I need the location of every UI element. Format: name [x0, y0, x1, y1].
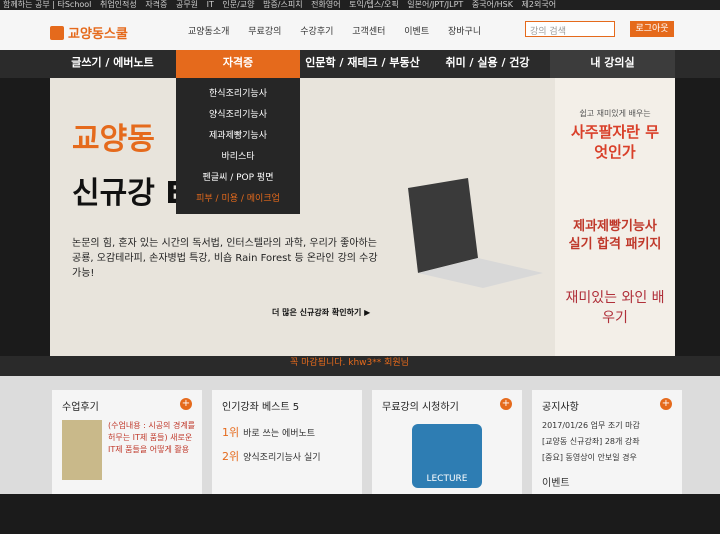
notice-item[interactable]: 2017/01/26 업무 조기 마감 [542, 420, 640, 431]
nav-item-my-classroom[interactable]: 내 강의실 [550, 50, 675, 78]
gnb-link-about[interactable]: 교양동소개 [188, 27, 229, 37]
notice-title: 공지사항 [542, 402, 579, 413]
top-utility-bar: 함께하는 공부 | 타School 취업인적성 자격증 공무원 IT 인문/교양… [0, 0, 720, 10]
topbar-link[interactable]: 취업인적성 [100, 0, 137, 9]
promo-saju-subtitle: 쉽고 재미있게 배우는 [579, 109, 651, 118]
topbar-link[interactable]: 함께하는 공부 | 타School [3, 0, 91, 9]
search-input[interactable]: 강의 검색 [525, 21, 615, 37]
gnb-link-support[interactable]: 고객센터 [352, 27, 385, 37]
hero-title-line1: 교양동 [72, 122, 155, 157]
gnb-link-free[interactable]: 무료강의 [248, 27, 281, 37]
category-nav: 글쓰기 / 에버노트 자격증 인문학 / 재테크 / 부동산 취미 / 실용 /… [0, 50, 720, 78]
promo-baking[interactable]: 제과제빵기능사 실기 합격 패키지 [565, 218, 665, 254]
plus-icon[interactable]: + [500, 398, 512, 410]
nav-item-hobby[interactable]: 취미 / 실용 / 건강 [425, 50, 550, 78]
gnb-link-cart[interactable]: 장바구니 [448, 27, 481, 37]
global-nav: 교양동소개 무료강의 수강후기 고객센터 이벤트 장바구니 [180, 24, 489, 37]
promo-wine[interactable]: 재미있는 와인 배우기 [565, 288, 665, 328]
nav-item-certificate[interactable]: 자격증 [176, 50, 300, 78]
certificate-dropdown-menu: 한식조리기능사 양식조리기능사 제과제빵기능사 바리스타 펜글씨 / POP 펑… [176, 78, 300, 214]
best-title: 인기강좌 베스트 5 [222, 402, 300, 413]
free-title: 무료강의 시청하기 [382, 402, 459, 413]
gnb-link-reviews[interactable]: 수강후기 [300, 27, 333, 37]
best-item[interactable]: 1위 바로 쓰는 에버노트 [222, 424, 315, 440]
logo-text: 교양동스쿨 [68, 27, 128, 42]
ticker-text: 꼭 마감됩니다. khw3** 회원님 [290, 358, 409, 368]
nav-item-writing[interactable]: 글쓰기 / 에버노트 [50, 50, 175, 78]
notice-item[interactable]: [중요] 동영상이 안보일 경우 [542, 452, 637, 463]
hero-banner[interactable]: 교양동 신규강 EN! 논문의 힘, 혼자 있는 시간의 독서법, 인터스텔라의… [50, 78, 555, 356]
reviewer-avatar [62, 420, 102, 480]
review-title: 수업후기 [62, 402, 99, 413]
menu-item-baking[interactable]: 제과제빵기능사 [176, 126, 300, 147]
notice-item[interactable]: [교양동 신규강좌] 28개 강좌 [542, 436, 640, 447]
topbar-link[interactable]: IT [207, 0, 214, 9]
topbar-link[interactable]: 중국어/HSK [472, 0, 513, 9]
best-item[interactable]: 2위 양식조리기능사 실기 [222, 448, 321, 464]
notice-widget: 공지사항 + 2017/01/26 업무 조기 마감 [교양동 신규강좌] 28… [532, 390, 682, 494]
topbar-link[interactable]: 토익/텝스/오픽 [349, 0, 399, 9]
laptop-illustration [408, 178, 543, 288]
menu-item-penmanship[interactable]: 펜글씨 / POP 펑면 [176, 168, 300, 189]
site-header: 교양동스쿨 교양동소개 무료강의 수강후기 고객센터 이벤트 장바구니 강의 검… [0, 10, 720, 50]
promo-saju[interactable]: 사주팔자란 무엇인가 [565, 122, 665, 162]
lecture-badge[interactable]: LECTURE [412, 424, 482, 488]
topbar-link[interactable]: 밥증/스피치 [263, 0, 303, 9]
side-promo-column: 쉽고 재미있게 배우는 사주팔자란 무엇인가 제과제빵기능사 실기 합격 패키지… [555, 78, 675, 356]
more-courses-link[interactable]: 더 많은 신규강좌 확인하기 ▶ [272, 307, 370, 318]
menu-item-korean-cook[interactable]: 한식조리기능사 [176, 84, 300, 105]
gnb-link-event[interactable]: 이벤트 [404, 27, 429, 37]
hero-description: 논문의 힘, 혼자 있는 시간의 독서법, 인터스텔라의 과학, 우리가 좋아하… [72, 238, 378, 279]
topbar-link[interactable]: 인문/교양 [222, 0, 254, 9]
review-text: (수업내용 : 시공의 경계를 허무는 IT제 품들) 새로운 IT제 품들을 … [108, 421, 196, 454]
plus-icon[interactable]: + [180, 398, 192, 410]
review-widget: 수업후기 + (수업내용 : 시공의 경계를 허무는 IT제 품들) 새로운 I… [52, 390, 202, 494]
topbar-link[interactable]: 공무원 [176, 0, 198, 9]
plus-icon[interactable]: + [660, 398, 672, 410]
logout-button[interactable]: 로그아웃 [630, 21, 674, 37]
topbar-link[interactable]: 일본어/JPT/JLPT [407, 0, 463, 9]
best-widget: 인기강좌 베스트 5 1위 바로 쓰는 에버노트 2위 양식조리기능사 실기 [212, 390, 362, 494]
topbar-link[interactable]: 전화영어 [311, 0, 340, 9]
topbar-link[interactable]: 자격증 [145, 0, 167, 9]
topbar-link[interactable]: 제2외국어 [522, 0, 557, 9]
site-logo[interactable]: 교양동스쿨 [50, 23, 128, 42]
logo-icon [50, 25, 64, 40]
free-lecture-widget: 무료강의 시청하기 + LECTURE [372, 390, 522, 494]
menu-item-western-cook[interactable]: 양식조리기능사 [176, 105, 300, 126]
bottom-widgets: 수업후기 + (수업내용 : 시공의 경계를 허무는 IT제 품들) 새로운 I… [0, 376, 720, 494]
notice-ticker: 꼭 마감됩니다. khw3** 회원님 [0, 356, 720, 376]
menu-item-beauty[interactable]: 피부 / 미용 / 메이크업 [176, 189, 300, 210]
event-title[interactable]: 이벤트 [542, 474, 570, 489]
nav-item-humanities[interactable]: 인문학 / 재테크 / 부동산 [300, 50, 425, 78]
menu-item-barista[interactable]: 바리스타 [176, 147, 300, 168]
